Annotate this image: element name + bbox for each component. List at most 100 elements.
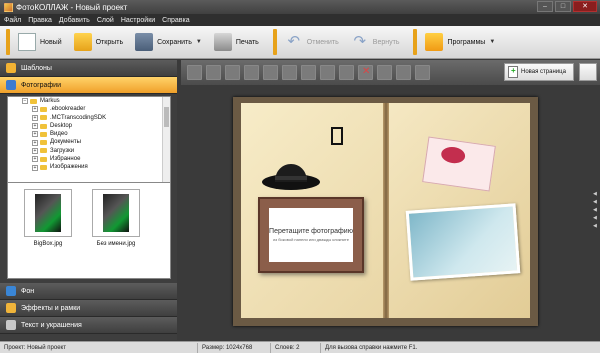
folder-tree[interactable]: − Markus + .ebookreader + .MCTranscoding… (7, 96, 171, 193)
status-bar: Проект: Новый проект Размер: 1024x768 Сл… (0, 341, 600, 353)
menu-add[interactable]: Добавить (59, 17, 90, 24)
tree-item[interactable]: − Markus (8, 97, 170, 105)
photo-placeholder[interactable]: Перетащите фотографию из боковой панели … (269, 208, 353, 262)
app-icon (4, 2, 13, 12)
tree-item[interactable]: + Документы (8, 138, 170, 146)
properties-icon[interactable] (415, 65, 430, 80)
send-to-back-icon[interactable] (244, 65, 259, 80)
programs-label: Программы (447, 38, 486, 46)
tree-item[interactable]: + Desktop (8, 122, 170, 130)
valentine-card[interactable] (422, 136, 496, 192)
new-document-icon (18, 33, 36, 51)
tree-item[interactable]: + Видео (8, 130, 170, 138)
align-icon[interactable] (263, 65, 278, 80)
left-panel: Шаблоны Фотографии − Markus + .ebookread… (0, 60, 177, 340)
save-label: Сохранить (157, 38, 192, 46)
section-background[interactable]: Фон (0, 283, 177, 300)
collage-canvas[interactable]: Перетащите фотографию из боковой панели … (233, 97, 538, 326)
section-photos-label: Фотографии (21, 81, 62, 89)
folder-icon (73, 33, 92, 51)
expand-icon[interactable]: + (32, 106, 38, 113)
status-size: Размер: 1024x768 (198, 342, 271, 353)
tree-item[interactable]: + Изображения (8, 163, 170, 171)
photo-placeholder-frame[interactable]: Перетащите фотографию из боковой панели … (258, 197, 364, 273)
folder-icon (40, 165, 47, 171)
arrow-left-icon[interactable]: ◀ (593, 190, 599, 198)
print-button[interactable]: Печать (210, 29, 263, 55)
placeholder-hint: из боковой панели или дважды кликните (273, 237, 349, 242)
rotate-right-icon[interactable] (301, 65, 316, 80)
tree-item-label: Загрузки (50, 147, 75, 154)
collapse-icon[interactable]: − (22, 98, 28, 105)
scrollbar-thumb[interactable] (164, 107, 169, 127)
section-photos[interactable]: Фотографии (0, 77, 177, 94)
menu-help[interactable]: Справка (162, 17, 189, 24)
bring-forward-icon[interactable] (187, 65, 202, 80)
minimize-icon[interactable]: – (537, 1, 553, 12)
save-button[interactable]: Сохранить ▼ (131, 29, 206, 55)
arrow-left-icon[interactable]: ◀ (593, 206, 599, 214)
section-text[interactable]: Текст и украшения (0, 317, 177, 334)
arrow-left-icon[interactable]: ◀ (593, 198, 599, 206)
new-page-button[interactable]: Новая страница (504, 63, 574, 81)
bowler-hat-icon[interactable] (261, 152, 321, 192)
bring-to-front-icon[interactable] (225, 65, 240, 80)
flip-vertical-icon[interactable] (339, 65, 354, 80)
new-page-label: Новая страница (521, 69, 566, 75)
tree-item-label: .ebookreader (50, 106, 86, 113)
crop-icon[interactable] (377, 65, 392, 80)
tree-item[interactable]: + .ebookreader (8, 105, 170, 113)
export-page-icon[interactable] (579, 63, 597, 81)
new-button[interactable]: Новый (14, 29, 66, 55)
expand-icon[interactable]: + (32, 147, 38, 154)
expand-icon[interactable]: + (32, 131, 38, 138)
title-bar: ФотоКОЛЛАЖ - Новый проект – □ ✕ (0, 0, 600, 14)
settings-icon[interactable] (396, 65, 411, 80)
delete-icon[interactable] (358, 65, 373, 80)
expand-icon[interactable]: + (32, 123, 38, 130)
section-effects[interactable]: Эффекты и рамки (0, 300, 177, 317)
tree-item-label: Видео (50, 131, 68, 138)
menu-settings[interactable]: Настройки (121, 17, 155, 24)
menu-layer[interactable]: Слой (97, 17, 114, 24)
expand-icon[interactable]: + (32, 164, 38, 171)
tree-item-label: Документы (50, 139, 81, 146)
flip-horizontal-icon[interactable] (320, 65, 335, 80)
star-icon (6, 63, 16, 73)
thumbnail-item[interactable]: BigBox.jpg (20, 189, 76, 247)
programs-dropdown-icon[interactable]: ▼ (489, 39, 495, 45)
open-button[interactable]: Открыть (70, 29, 128, 55)
expand-icon[interactable]: + (32, 156, 38, 163)
menu-file[interactable]: Файл (4, 17, 21, 24)
main-toolbar: Новый Открыть Сохранить ▼ Печать ↶ Отмен… (0, 26, 600, 59)
maximize-icon[interactable]: □ (555, 1, 571, 12)
tree-scrollbar[interactable] (162, 97, 170, 192)
arrow-left-icon[interactable]: ◀ (593, 214, 599, 222)
section-templates[interactable]: Шаблоны (0, 60, 177, 77)
printer-icon (213, 33, 232, 51)
arrow-left-icon[interactable]: ◀ (593, 222, 599, 230)
redo-button[interactable]: ↷ Вернуть (347, 29, 404, 55)
workspace: Новая страница Перетащите фотографию из … (181, 60, 600, 340)
undo-icon: ↶ (287, 33, 301, 50)
tree-item-label: .MCTranscodingSDK (50, 114, 107, 121)
save-dropdown-icon[interactable]: ▼ (196, 39, 202, 45)
toolbar-accent-bar (413, 29, 418, 55)
photo-frame-right[interactable] (405, 203, 521, 281)
rotate-left-icon[interactable] (282, 65, 297, 80)
save-icon (135, 33, 154, 51)
expand-icon[interactable]: + (32, 139, 38, 146)
expand-icon[interactable]: + (32, 114, 38, 121)
programs-button[interactable]: Программы ▼ (421, 29, 499, 55)
undo-button[interactable]: ↶ Отменить (281, 29, 343, 55)
send-backward-icon[interactable] (206, 65, 221, 80)
tree-item[interactable]: + Избранное (8, 155, 170, 163)
thumbnail-item[interactable]: Без имени.jpg (88, 189, 144, 247)
tree-item-label: Markus (40, 98, 60, 104)
toolbar-accent-bar (272, 29, 277, 55)
close-icon[interactable]: ✕ (573, 1, 597, 12)
tree-item[interactable]: + .MCTranscodingSDK (8, 114, 170, 122)
new-page-icon (508, 66, 518, 78)
menu-edit[interactable]: Правка (28, 17, 52, 24)
tree-item[interactable]: + Загрузки (8, 147, 170, 155)
